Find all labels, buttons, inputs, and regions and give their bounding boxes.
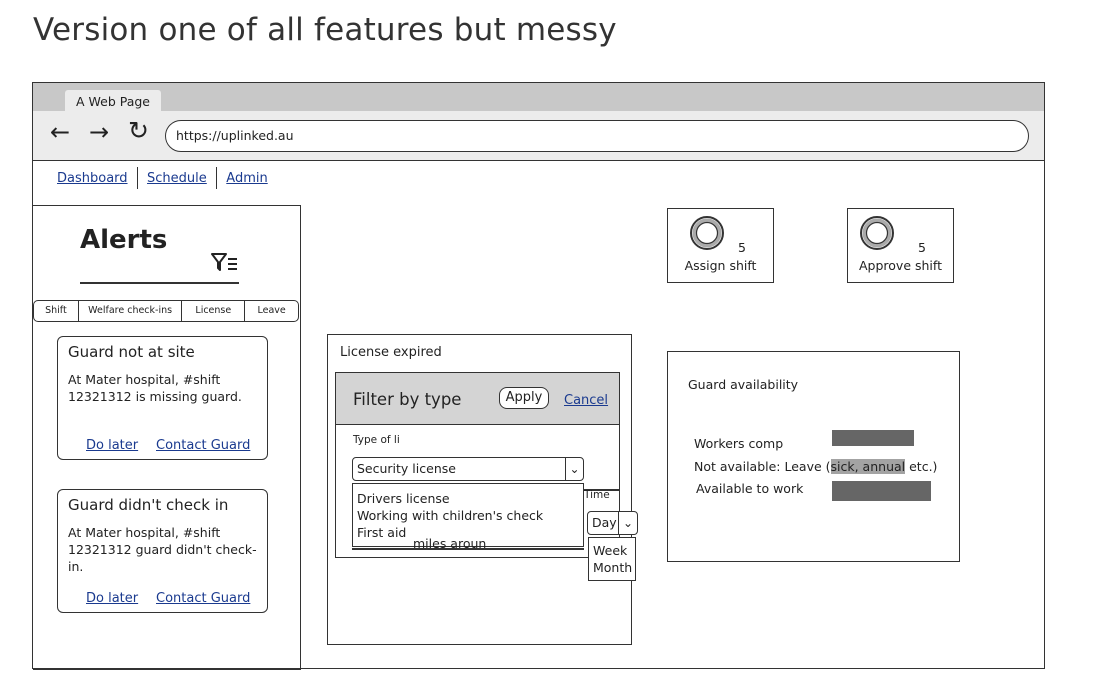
url-bar[interactable]: https://uplinked.au <box>165 120 1029 152</box>
main-nav: Dashboard Schedule Admin <box>57 167 277 189</box>
alert-card: Guard didn't check in At Mater hospital,… <box>57 489 268 613</box>
availability-bar <box>832 481 931 501</box>
back-arrow-icon[interactable]: ← <box>50 120 70 144</box>
page-title: Version one of all features but messy <box>33 12 617 48</box>
alerts-title: Alerts <box>80 225 168 255</box>
approve-shift-widget[interactable]: 5 Approve shift <box>847 208 954 283</box>
license-expired-panel: License expired Filter by type Apply Can… <box>327 334 632 645</box>
availability-row-label: Workers comp <box>694 436 784 451</box>
nav-link-schedule[interactable]: Schedule <box>138 171 216 186</box>
time-period-selected: Day <box>592 515 617 530</box>
forward-arrow-icon[interactable]: → <box>89 120 109 144</box>
alerts-panel: Alerts Shift Welfare check-ins License L… <box>33 205 301 670</box>
dropdown-option[interactable]: Drivers license <box>357 490 583 507</box>
availability-title: Guard availability <box>688 377 799 392</box>
time-label: Time <box>584 489 610 501</box>
dropdown-option[interactable]: Working with children's check <box>357 507 583 524</box>
tab-leave[interactable]: Leave <box>245 301 298 321</box>
leave-label-prefix: Not available: Leave ( <box>694 459 831 474</box>
cancel-link[interactable]: Cancel <box>564 393 608 408</box>
browser-tab[interactable]: A Web Page <box>65 90 161 113</box>
chevron-down-icon[interactable]: ⌄ <box>618 512 637 534</box>
alert-card: Guard not at site At Mater hospital, #sh… <box>57 336 268 460</box>
guard-availability-panel: Guard availability Workers comp Not avai… <box>667 351 960 562</box>
reload-icon[interactable]: ↻ <box>128 118 149 143</box>
leave-label-suffix: etc.) <box>905 459 938 474</box>
time-option-week[interactable]: Week <box>593 542 635 559</box>
filter-dialog-header: Filter by type Apply Cancel <box>336 373 619 425</box>
approve-shift-label: Approve shift <box>859 258 942 273</box>
alerts-title-divider <box>80 282 239 284</box>
apply-button[interactable]: Apply <box>499 387 549 409</box>
assign-shift-label: Assign shift <box>684 258 757 273</box>
alert-card-body: At Mater hospital, #shift 12321312 is mi… <box>68 372 242 404</box>
progress-ring-icon <box>860 216 894 250</box>
license-type-dropdown: Drivers license Working with children's … <box>352 483 584 551</box>
license-type-selected: Security license <box>357 461 456 476</box>
license-type-select[interactable]: Security license ⌄ <box>352 457 584 481</box>
contact-guard-link[interactable]: Contact Guard <box>156 438 250 453</box>
tab-license[interactable]: License <box>182 301 246 321</box>
time-period-select[interactable]: Day ⌄ <box>587 511 638 535</box>
availability-row-label: Available to work <box>696 481 804 496</box>
assign-shift-count: 5 <box>738 240 746 255</box>
alert-tabs: Shift Welfare check-ins License Leave <box>33 300 299 322</box>
availability-bar <box>832 430 914 446</box>
approve-shift-count: 5 <box>918 240 926 255</box>
alert-card-title: Guard not at site <box>68 343 195 361</box>
time-period-menu: Week Month <box>588 537 636 581</box>
do-later-link[interactable]: Do later <box>86 438 138 453</box>
time-option-month[interactable]: Month <box>593 559 635 576</box>
leave-label-highlight: sick, annual <box>830 459 906 474</box>
do-later-link[interactable]: Do later <box>86 591 138 606</box>
tab-bar: A Web Page <box>33 83 1044 113</box>
nav-link-admin[interactable]: Admin <box>217 171 276 186</box>
chevron-down-icon[interactable]: ⌄ <box>565 458 583 480</box>
dropdown-divider <box>352 548 584 550</box>
tab-shift[interactable]: Shift <box>34 301 79 321</box>
contact-guard-link[interactable]: Contact Guard <box>156 591 250 606</box>
availability-row-label: Not available: Leave (sick, annual etc.) <box>694 459 937 474</box>
alert-card-title: Guard didn't check in <box>68 496 229 514</box>
alert-card-body: At Mater hospital, #shift 12321312 guard… <box>68 525 257 574</box>
type-label: Type of li <box>353 434 400 446</box>
filter-dialog: Filter by type Apply Cancel Type of li T… <box>335 372 620 558</box>
progress-ring-icon <box>690 216 724 250</box>
assign-shift-widget[interactable]: 5 Assign shift <box>667 208 774 283</box>
filter-dialog-title: Filter by type <box>353 390 462 409</box>
nav-link-dashboard[interactable]: Dashboard <box>57 171 137 186</box>
filter-icon[interactable] <box>210 250 238 274</box>
tab-welfare-check-ins[interactable]: Welfare check-ins <box>79 301 183 321</box>
license-panel-title: License expired <box>340 345 442 360</box>
